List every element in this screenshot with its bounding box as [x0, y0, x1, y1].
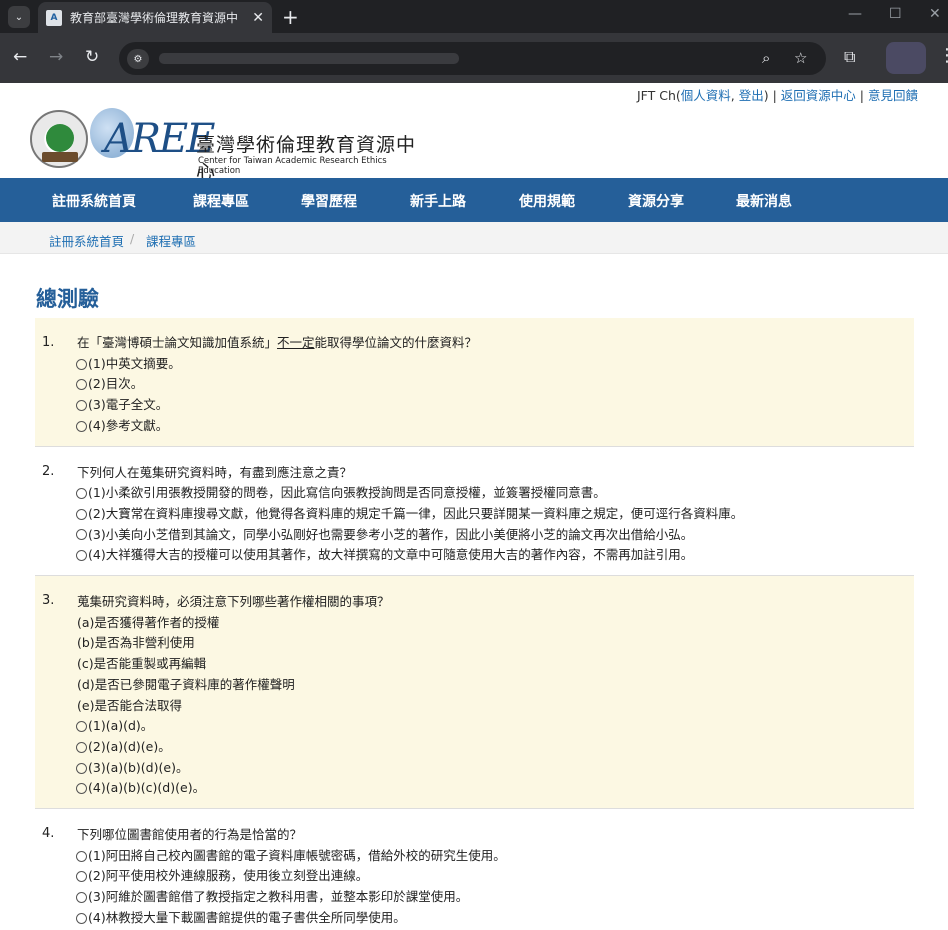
question-number: 4.: [42, 826, 55, 842]
radio-icon[interactable]: [76, 741, 87, 753]
option-radio[interactable]: (4)大祥獲得大吉的授權可以使用其著作，故大祥撰寫的文章中可隨意使用大吉的著作內…: [75, 545, 914, 566]
breadcrumb-home[interactable]: 註冊系統首頁: [49, 231, 124, 250]
close-window-icon[interactable]: ✕: [929, 6, 941, 22]
separator: |: [768, 88, 781, 103]
option-radio[interactable]: (1)(a)(d)。: [75, 716, 914, 737]
question-2: 2. 下列何人在蒐集研究資料時，有盡到應注意之責？ (1)小柔欲引用張教授開發的…: [35, 447, 914, 577]
site-info-icon[interactable]: ⚙: [127, 49, 149, 69]
criteria-item: (e)是否能合法取得: [77, 697, 182, 713]
option-radio[interactable]: (4)(a)(b)(c)(d)(e)。: [75, 778, 914, 799]
breadcrumb-separator: /: [130, 231, 135, 246]
radio-icon[interactable]: [76, 912, 87, 924]
criteria-item: (a)是否獲得著作者的授權: [77, 614, 220, 630]
option-radio[interactable]: (2)阿平使用校外連線服務，使用後立刻登出連線。: [75, 866, 914, 887]
option-radio[interactable]: (1)中英文摘要。: [75, 354, 914, 375]
bookmark-star-icon[interactable]: ☆: [794, 49, 807, 67]
option-radio[interactable]: (4)林教授大量下載圖書館提供的電子書供全所同學使用。: [75, 908, 914, 929]
return-resource-center-link[interactable]: 返回資源中心: [781, 88, 856, 103]
browser-tabbar: ⌄ A 教育部臺灣學術倫理教育資源中 ✕ + — ☐ ✕: [0, 0, 948, 33]
option-radio[interactable]: (2)目次。: [75, 374, 914, 395]
radio-icon[interactable]: [76, 892, 87, 904]
new-tab-button[interactable]: +: [282, 5, 299, 29]
extensions-icon[interactable]: ⧉: [844, 47, 855, 67]
radio-icon[interactable]: [76, 399, 87, 411]
question-stem: 下列哪位圖書館使用者的行為是恰當的？: [77, 827, 303, 843]
browser-toolbar: ← → ↻ ⚙ ⌕ ☆ ⧉ ⋮: [0, 33, 948, 83]
radio-icon[interactable]: [76, 762, 87, 774]
option-radio[interactable]: (1)小柔欲引用張教授開發的問卷，因此寫信向張教授詢問是否同意授權，並簽署授權同…: [75, 483, 914, 504]
radio-icon[interactable]: [76, 420, 87, 432]
favicon-icon: A: [46, 9, 62, 26]
feedback-link[interactable]: 意見回饋: [868, 88, 918, 103]
breadcrumb: 註冊系統首頁 / 課程專區: [0, 222, 948, 254]
main-nav: 註冊系統首頁 課程專區 學習歷程 新手上路 使用規範 資源分享 最新消息: [0, 178, 948, 222]
question-number: 3.: [42, 593, 55, 609]
question-stem: 下列何人在蒐集研究資料時，有盡到應注意之責？: [77, 464, 353, 480]
radio-icon[interactable]: [76, 550, 87, 562]
question-stem: 在「臺灣博碩士論文知識加值系統」不一定能取得學位論文的什麼資料？: [77, 335, 478, 350]
nav-item-home[interactable]: 註冊系統首頁: [52, 191, 136, 211]
browser-tab[interactable]: A 教育部臺灣學術倫理教育資源中 ✕: [38, 2, 272, 33]
separator: |: [855, 88, 868, 103]
option-radio[interactable]: (3)小美向小芝借到其論文，同學小弘剛好也需要參考小芝的著作，因此小美便將小芝的…: [75, 525, 914, 546]
nav-item-learning-history[interactable]: 學習歷程: [301, 191, 357, 211]
option-radio[interactable]: (4)參考文獻。: [75, 416, 914, 437]
question-3: 3. 蒐集研究資料時，必須注意下列哪些著作權相關的事項？ (a)是否獲得著作者的…: [35, 576, 914, 810]
criteria-item: (c)是否能重製或再編輯: [77, 656, 207, 672]
nav-item-courses[interactable]: 課程專區: [193, 191, 249, 211]
option-radio[interactable]: (3)阿維於圖書館借了教授指定之教科用書，並整本影印於課堂使用。: [75, 887, 914, 908]
nav-item-news[interactable]: 最新消息: [736, 191, 792, 211]
profile-avatar[interactable]: [886, 42, 926, 74]
option-radio[interactable]: (1)阿田將自己校內圖書館的電子資料庫帳號密碼，借給外校的研究生使用。: [75, 846, 914, 867]
site-logo[interactable]: AREE 臺灣學術倫理教育資源中心 Center for Taiwan Acad…: [30, 108, 430, 183]
nav-item-resources[interactable]: 資源分享: [628, 191, 684, 211]
forward-icon[interactable]: →: [49, 47, 63, 67]
criteria-item: (d)是否已參閱電子資料庫的著作權聲明: [77, 676, 295, 692]
radio-icon[interactable]: [76, 508, 87, 520]
minimize-icon[interactable]: —: [848, 6, 862, 22]
address-bar[interactable]: ⚙ ⌕ ☆: [119, 42, 826, 75]
tab-close-icon[interactable]: ✕: [252, 10, 264, 26]
breadcrumb-courses[interactable]: 課程專區: [146, 231, 196, 250]
radio-icon[interactable]: [76, 379, 87, 391]
maximize-icon[interactable]: ☐: [889, 6, 902, 22]
radio-icon[interactable]: [76, 721, 87, 733]
url-text: [159, 53, 459, 64]
question-number: 2.: [42, 463, 55, 479]
question-stem: 蒐集研究資料時，必須注意下列哪些著作權相關的事項？: [77, 594, 390, 610]
nav-item-getting-started[interactable]: 新手上路: [410, 191, 466, 211]
question-list: 1. 在「臺灣博碩士論文知識加值系統」不一定能取得學位論文的什麼資料？ (1)中…: [35, 318, 914, 930]
profile-link[interactable]: 個人資料: [681, 88, 731, 103]
question-1: 1. 在「臺灣博碩士論文知識加值系統」不一定能取得學位論文的什麼資料？ (1)中…: [35, 318, 914, 447]
radio-icon[interactable]: [76, 871, 87, 883]
back-icon[interactable]: ←: [13, 47, 27, 67]
site-subtitle: Center for Taiwan Academic Research Ethi…: [198, 156, 387, 176]
page-title: 總測驗: [36, 287, 99, 311]
tab-title: 教育部臺灣學術倫理教育資源中: [70, 11, 239, 25]
radio-icon[interactable]: [76, 488, 87, 500]
user-bar: JFT Ch(個人資料, 登出) | 返回資源中心 | 意見回饋: [637, 85, 918, 104]
option-radio[interactable]: (2)(a)(d)(e)。: [75, 737, 914, 758]
comma: ,: [730, 88, 739, 103]
option-radio[interactable]: (3)(a)(b)(d)(e)。: [75, 758, 914, 779]
radio-icon[interactable]: [76, 358, 87, 370]
nav-item-rules[interactable]: 使用規範: [519, 191, 575, 211]
ministry-of-education-seal: [30, 110, 88, 168]
zoom-icon[interactable]: ⌕: [762, 49, 770, 67]
question-4: 4. 下列哪位圖書館使用者的行為是恰當的？ (1)阿田將自己校內圖書館的電子資料…: [35, 809, 914, 930]
user-name: JFT Ch(: [636, 88, 681, 103]
radio-icon[interactable]: [76, 850, 87, 862]
logout-link[interactable]: 登出: [739, 88, 764, 103]
reload-icon[interactable]: ↻: [85, 47, 99, 67]
radio-icon[interactable]: [76, 529, 87, 541]
option-radio[interactable]: (2)大寶常在資料庫搜尋文獻，他覺得各資料庫的規定千篇一律，因此只要詳閱某一資料…: [75, 504, 914, 525]
radio-icon[interactable]: [76, 783, 87, 795]
menu-kebab-icon[interactable]: ⋮: [938, 45, 948, 66]
question-number: 1.: [42, 335, 55, 350]
option-radio[interactable]: (3)電子全文。: [75, 395, 914, 416]
tab-search-icon[interactable]: ⌄: [8, 6, 30, 28]
criteria-item: (b)是否為非營利使用: [77, 635, 195, 651]
